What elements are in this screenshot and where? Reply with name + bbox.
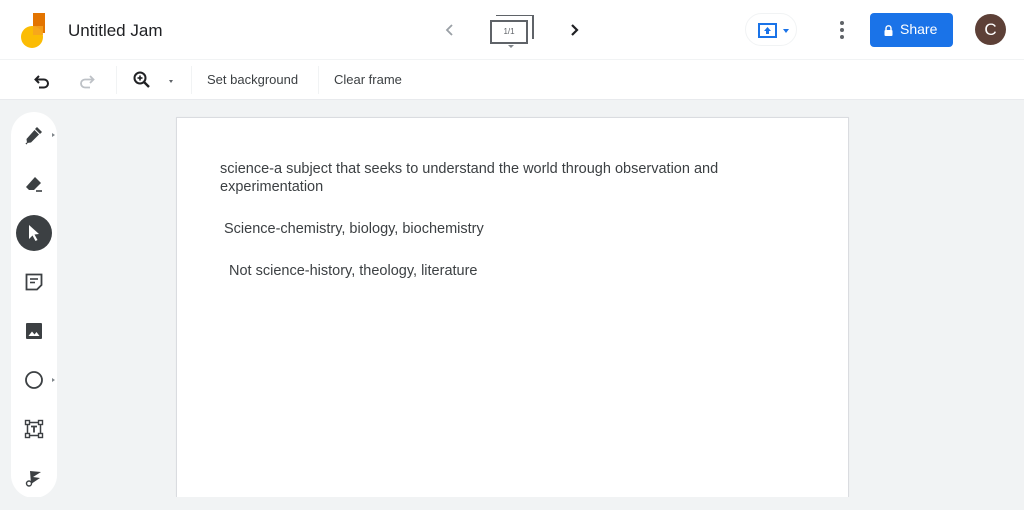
account-avatar[interactable]: C — [975, 14, 1006, 45]
canvas-text-note[interactable]: Science-chemistry, biology, biochemistry — [224, 220, 484, 238]
tool-text-box[interactable] — [16, 411, 52, 447]
frame-caret-icon — [508, 45, 514, 48]
more-options-button[interactable] — [834, 18, 850, 42]
lock-icon — [884, 25, 893, 36]
text-box-icon — [24, 419, 44, 439]
pen-submenu-caret-icon — [52, 133, 55, 137]
redo-icon — [80, 75, 95, 89]
zoom-dropdown-caret-icon[interactable] — [169, 80, 173, 83]
clear-frame-button[interactable]: Clear frame — [334, 72, 402, 87]
tool-select[interactable] — [16, 215, 52, 251]
sticky-note-icon — [25, 273, 43, 291]
bottom-edge — [0, 497, 1024, 510]
toolbar-divider — [318, 66, 319, 94]
pen-icon — [25, 127, 42, 145]
frame-stack-side — [532, 15, 534, 39]
toolbar-divider — [191, 66, 192, 94]
jam-canvas[interactable]: science-a subject that seeks to understa… — [176, 117, 849, 497]
eraser-icon — [26, 177, 42, 192]
tool-sticky-note[interactable] — [16, 264, 52, 300]
previous-frame-button[interactable] — [440, 18, 460, 42]
frame-bar-toggle[interactable]: 1/1 — [488, 14, 536, 50]
undo-button[interactable] — [30, 68, 54, 92]
present-button[interactable] — [745, 13, 797, 46]
edit-toolbar: Set background Clear frame — [0, 59, 1024, 100]
toolbar-divider — [116, 66, 117, 94]
share-label: Share — [900, 21, 938, 37]
cast-present-icon — [758, 23, 777, 38]
image-icon — [26, 323, 42, 339]
canvas-text-note[interactable]: science-a subject that seeks to understa… — [220, 160, 780, 196]
present-dropdown-caret-icon — [783, 29, 789, 33]
tool-shape[interactable] — [16, 362, 55, 398]
laser-pointer-icon — [25, 471, 41, 487]
tool-image[interactable] — [16, 313, 52, 349]
undo-icon — [34, 75, 49, 89]
zoom-in-icon — [133, 71, 150, 88]
canvas-text-note[interactable]: Not science-history, theology, literatur… — [229, 262, 478, 280]
tool-rail — [11, 112, 57, 498]
next-frame-button[interactable] — [564, 18, 584, 42]
jamboard-logo-icon — [21, 13, 47, 49]
tool-eraser[interactable] — [16, 166, 52, 202]
circle-shape-icon — [25, 371, 43, 389]
shape-submenu-caret-icon — [52, 378, 55, 382]
top-bar: Untitled Jam 1/1 Share C — [0, 0, 1024, 59]
cursor-arrow-icon — [29, 225, 39, 241]
chevron-left-icon — [445, 24, 453, 36]
set-background-button[interactable]: Set background — [207, 72, 298, 87]
zoom-button[interactable] — [130, 68, 154, 92]
share-button[interactable]: Share — [870, 13, 953, 47]
frame-counter: 1/1 — [490, 20, 528, 44]
chevron-right-icon — [571, 24, 579, 36]
tool-pen[interactable] — [16, 117, 55, 153]
document-title[interactable]: Untitled Jam — [68, 21, 162, 41]
redo-button[interactable] — [75, 68, 99, 92]
tool-laser[interactable] — [16, 460, 52, 496]
